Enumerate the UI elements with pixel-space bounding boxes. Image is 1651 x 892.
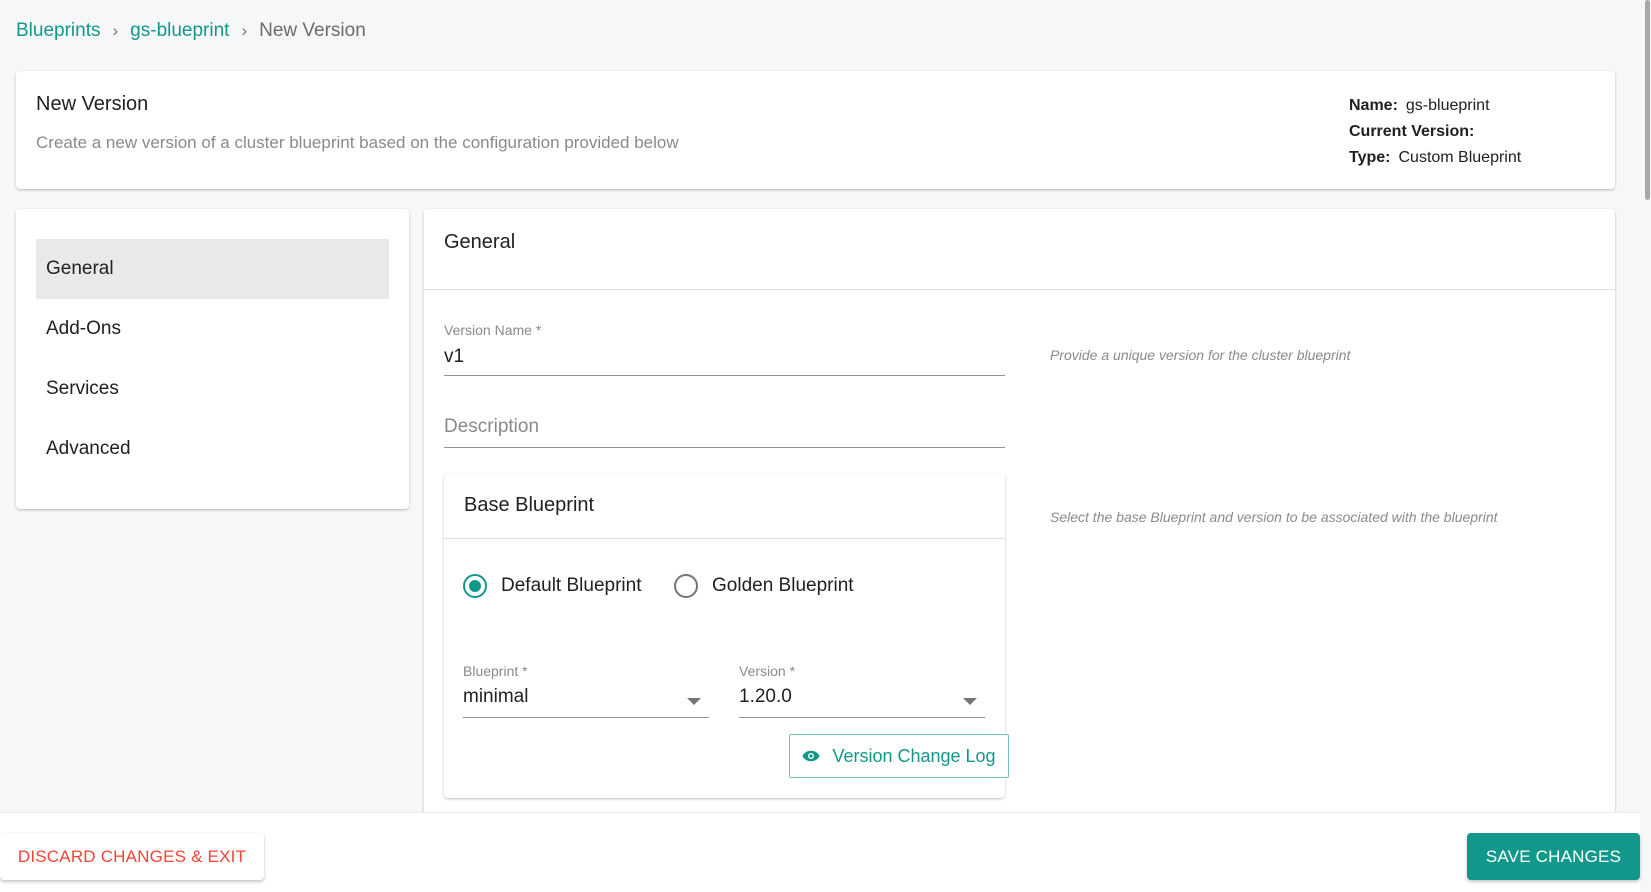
- discard-changes-button[interactable]: DISCARD CHANGES & EXIT: [0, 833, 264, 880]
- sidebar: General Add-Ons Services Advanced: [16, 209, 409, 509]
- version-name-input[interactable]: v1: [444, 346, 1005, 374]
- blueprint-select-label: Blueprint *: [463, 663, 528, 679]
- breadcrumb: Blueprints › gs-blueprint › New Version: [16, 18, 366, 44]
- meta-current-version-row: Current Version:: [1349, 119, 1521, 145]
- version-name-underline: [444, 375, 1005, 376]
- radio-golden-blueprint[interactable]: Golden Blueprint: [674, 574, 854, 598]
- blueprint-select[interactable]: minimal: [463, 684, 709, 716]
- radio-unchecked-icon[interactable]: [674, 574, 698, 598]
- meta-current-version-label: Current Version:: [1349, 123, 1475, 140]
- version-select[interactable]: 1.20.0: [739, 684, 985, 716]
- sidebar-item-add-ons[interactable]: Add-Ons: [36, 299, 389, 359]
- meta-name-label: Name:: [1349, 97, 1398, 114]
- blueprint-select-underline: [463, 717, 709, 718]
- chevron-down-icon: [963, 698, 977, 705]
- version-name-hint: Provide a unique version for the cluster…: [1050, 347, 1351, 363]
- scrollbar-thumb[interactable]: [1645, 0, 1650, 200]
- footer-bar: DISCARD CHANGES & EXIT SAVE CHANGES: [0, 812, 1640, 892]
- version-change-log-button[interactable]: Version Change Log: [789, 734, 1009, 778]
- description-input[interactable]: Description: [444, 416, 1005, 444]
- sidebar-item-services[interactable]: Services: [36, 359, 389, 419]
- eye-icon: [802, 750, 821, 762]
- radio-default-blueprint[interactable]: Default Blueprint: [463, 574, 641, 598]
- version-change-log-label: Version Change Log: [832, 745, 996, 766]
- version-name-label: Version Name *: [444, 322, 542, 338]
- save-changes-button[interactable]: SAVE CHANGES: [1467, 833, 1640, 880]
- section-divider: [424, 289, 1615, 290]
- version-select-underline: [739, 717, 985, 718]
- breadcrumb-link-gs-blueprint[interactable]: gs-blueprint: [130, 20, 229, 42]
- section-title: General: [444, 231, 516, 253]
- base-blueprint-card: Base Blueprint Default Blueprint Golden …: [444, 474, 1009, 798]
- general-section-card: General Version Name * v1 Provide a uniq…: [424, 209, 1615, 829]
- radio-default-blueprint-label: Default Blueprint: [501, 575, 642, 596]
- meta-name-value: gs-blueprint: [1405, 97, 1490, 114]
- radio-golden-blueprint-label: Golden Blueprint: [712, 575, 854, 596]
- radio-checked-icon[interactable]: [463, 574, 487, 598]
- description-underline: [444, 447, 1005, 448]
- meta-name-row: Name: gs-blueprint: [1349, 93, 1521, 119]
- version-select-value: 1.20.0: [739, 686, 792, 707]
- version-select-label: Version *: [739, 663, 796, 679]
- base-blueprint-hint: Select the base Blueprint and version to…: [1050, 509, 1498, 525]
- page-subtitle: Create a new version of a cluster bluepr…: [36, 133, 679, 152]
- sidebar-item-general[interactable]: General: [36, 239, 389, 299]
- meta-type-value: Custom Blueprint: [1398, 149, 1522, 166]
- meta-type-row: Type: Custom Blueprint: [1349, 145, 1521, 171]
- base-blueprint-divider: [444, 538, 1005, 539]
- page-title: New Version: [36, 93, 149, 115]
- base-blueprint-title: Base Blueprint: [464, 494, 595, 516]
- blueprint-meta: Name: gs-blueprint Current Version: Type:…: [1349, 93, 1521, 171]
- chevron-down-icon: [687, 698, 701, 705]
- breadcrumb-separator: ›: [241, 21, 248, 40]
- sidebar-item-advanced[interactable]: Advanced: [36, 419, 389, 479]
- header-card: New Version Create a new version of a cl…: [16, 71, 1615, 189]
- breadcrumb-link-blueprints[interactable]: Blueprints: [16, 20, 101, 42]
- breadcrumb-separator: ›: [112, 21, 119, 40]
- breadcrumb-current: New Version: [259, 20, 366, 41]
- meta-type-label: Type:: [1349, 149, 1391, 166]
- blueprint-select-value: minimal: [463, 686, 529, 707]
